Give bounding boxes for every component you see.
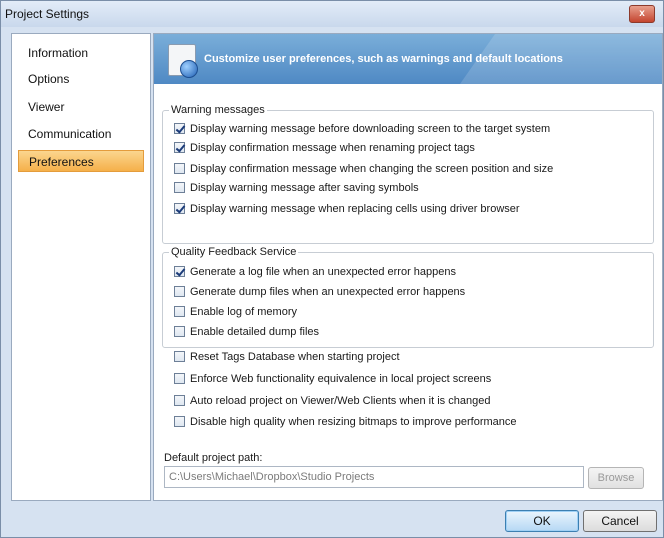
checkbox-label: Generate a log file when an unexpected e…	[190, 266, 457, 278]
checkbox-label: Display warning message after saving sym…	[190, 182, 419, 194]
checkbox[interactable]	[174, 416, 185, 427]
close-button[interactable]: x	[629, 5, 655, 23]
checkbox-row-disable-high-quality[interactable]: Disable high quality when resizing bitma…	[174, 416, 517, 432]
sidebar-item-viewer[interactable]: Viewer	[18, 96, 144, 118]
checkbox-row-warning-download[interactable]: Display warning message before downloadi…	[174, 123, 550, 139]
window-title: Project Settings	[5, 7, 90, 21]
checkbox-row-auto-reload[interactable]: Auto reload project on Viewer/Web Client…	[174, 395, 490, 411]
checkbox[interactable]	[174, 306, 185, 317]
project-settings-dialog: Project Settings x Information Options V…	[0, 0, 664, 538]
checkbox-row-confirm-rename-tags[interactable]: Display confirmation message when renami…	[174, 142, 475, 158]
checkbox[interactable]	[174, 373, 185, 384]
checkbox-label: Display warning message when replacing c…	[190, 203, 520, 215]
checkbox-label: Enable detailed dump files	[190, 326, 320, 338]
cancel-button[interactable]: Cancel	[583, 510, 657, 532]
browse-button[interactable]: Browse	[588, 467, 644, 489]
checkbox-row-warning-saving-symbols[interactable]: Display warning message after saving sym…	[174, 182, 419, 198]
checkbox[interactable]	[174, 351, 185, 362]
checkbox-label: Display confirmation message when renami…	[190, 142, 475, 154]
default-path-label: Default project path:	[164, 452, 263, 464]
warning-messages-legend: Warning messages	[171, 104, 265, 116]
ok-button[interactable]: OK	[505, 510, 579, 532]
sidebar-item-preferences[interactable]: Preferences	[18, 150, 144, 172]
checkbox-label: Enforce Web functionality equivalence in…	[190, 373, 492, 385]
checkbox[interactable]	[174, 266, 185, 277]
checkbox-label: Generate dump files when an unexpected e…	[190, 286, 466, 298]
checkbox-label: Reset Tags Database when starting projec…	[190, 351, 400, 363]
title-bar: Project Settings x	[1, 1, 663, 27]
checkbox-label: Auto reload project on Viewer/Web Client…	[190, 395, 491, 407]
preferences-banner: Customize user preferences, such as warn…	[154, 34, 662, 84]
checkbox-row-enable-memory-log[interactable]: Enable log of memory	[174, 306, 297, 322]
checkbox-row-warning-replacing-cells[interactable]: Display warning message when replacing c…	[174, 203, 520, 219]
sidebar-item-communication[interactable]: Communication	[18, 123, 144, 145]
checkbox[interactable]	[174, 123, 185, 134]
checkbox-row-detailed-dump[interactable]: Enable detailed dump files	[174, 326, 319, 342]
checkbox-label: Disable high quality when resizing bitma…	[190, 416, 517, 428]
preferences-panel: Customize user preferences, such as warn…	[153, 33, 663, 501]
checkbox[interactable]	[174, 203, 185, 214]
settings-sidebar: Information Options Viewer Communication…	[11, 33, 151, 501]
settings-globe-icon	[180, 60, 198, 78]
checkbox[interactable]	[174, 182, 185, 193]
checkbox-row-enforce-web[interactable]: Enforce Web functionality equivalence in…	[174, 373, 491, 389]
checkbox-label: Enable log of memory	[190, 306, 297, 318]
checkbox[interactable]	[174, 395, 185, 406]
sidebar-item-information[interactable]: Information	[18, 42, 144, 64]
quality-feedback-legend: Quality Feedback Service	[171, 246, 297, 258]
checkbox-row-reset-tags[interactable]: Reset Tags Database when starting projec…	[174, 351, 400, 367]
checkbox[interactable]	[174, 326, 185, 337]
banner-text: Customize user preferences, such as warn…	[204, 53, 563, 65]
checkbox-label: Display warning message before downloadi…	[190, 123, 551, 135]
checkbox-row-generate-dump[interactable]: Generate dump files when an unexpected e…	[174, 286, 465, 302]
checkbox[interactable]	[174, 142, 185, 153]
default-path-input[interactable]: C:\Users\Michael\Dropbox\Studio Projects	[164, 466, 584, 488]
checkbox-row-confirm-screen-position[interactable]: Display confirmation message when changi…	[174, 163, 553, 179]
checkbox[interactable]	[174, 286, 185, 297]
checkbox-row-generate-log[interactable]: Generate a log file when an unexpected e…	[174, 266, 456, 282]
sidebar-item-options[interactable]: Options	[18, 68, 144, 90]
checkbox[interactable]	[174, 163, 185, 174]
checkbox-label: Display confirmation message when changi…	[190, 163, 554, 175]
